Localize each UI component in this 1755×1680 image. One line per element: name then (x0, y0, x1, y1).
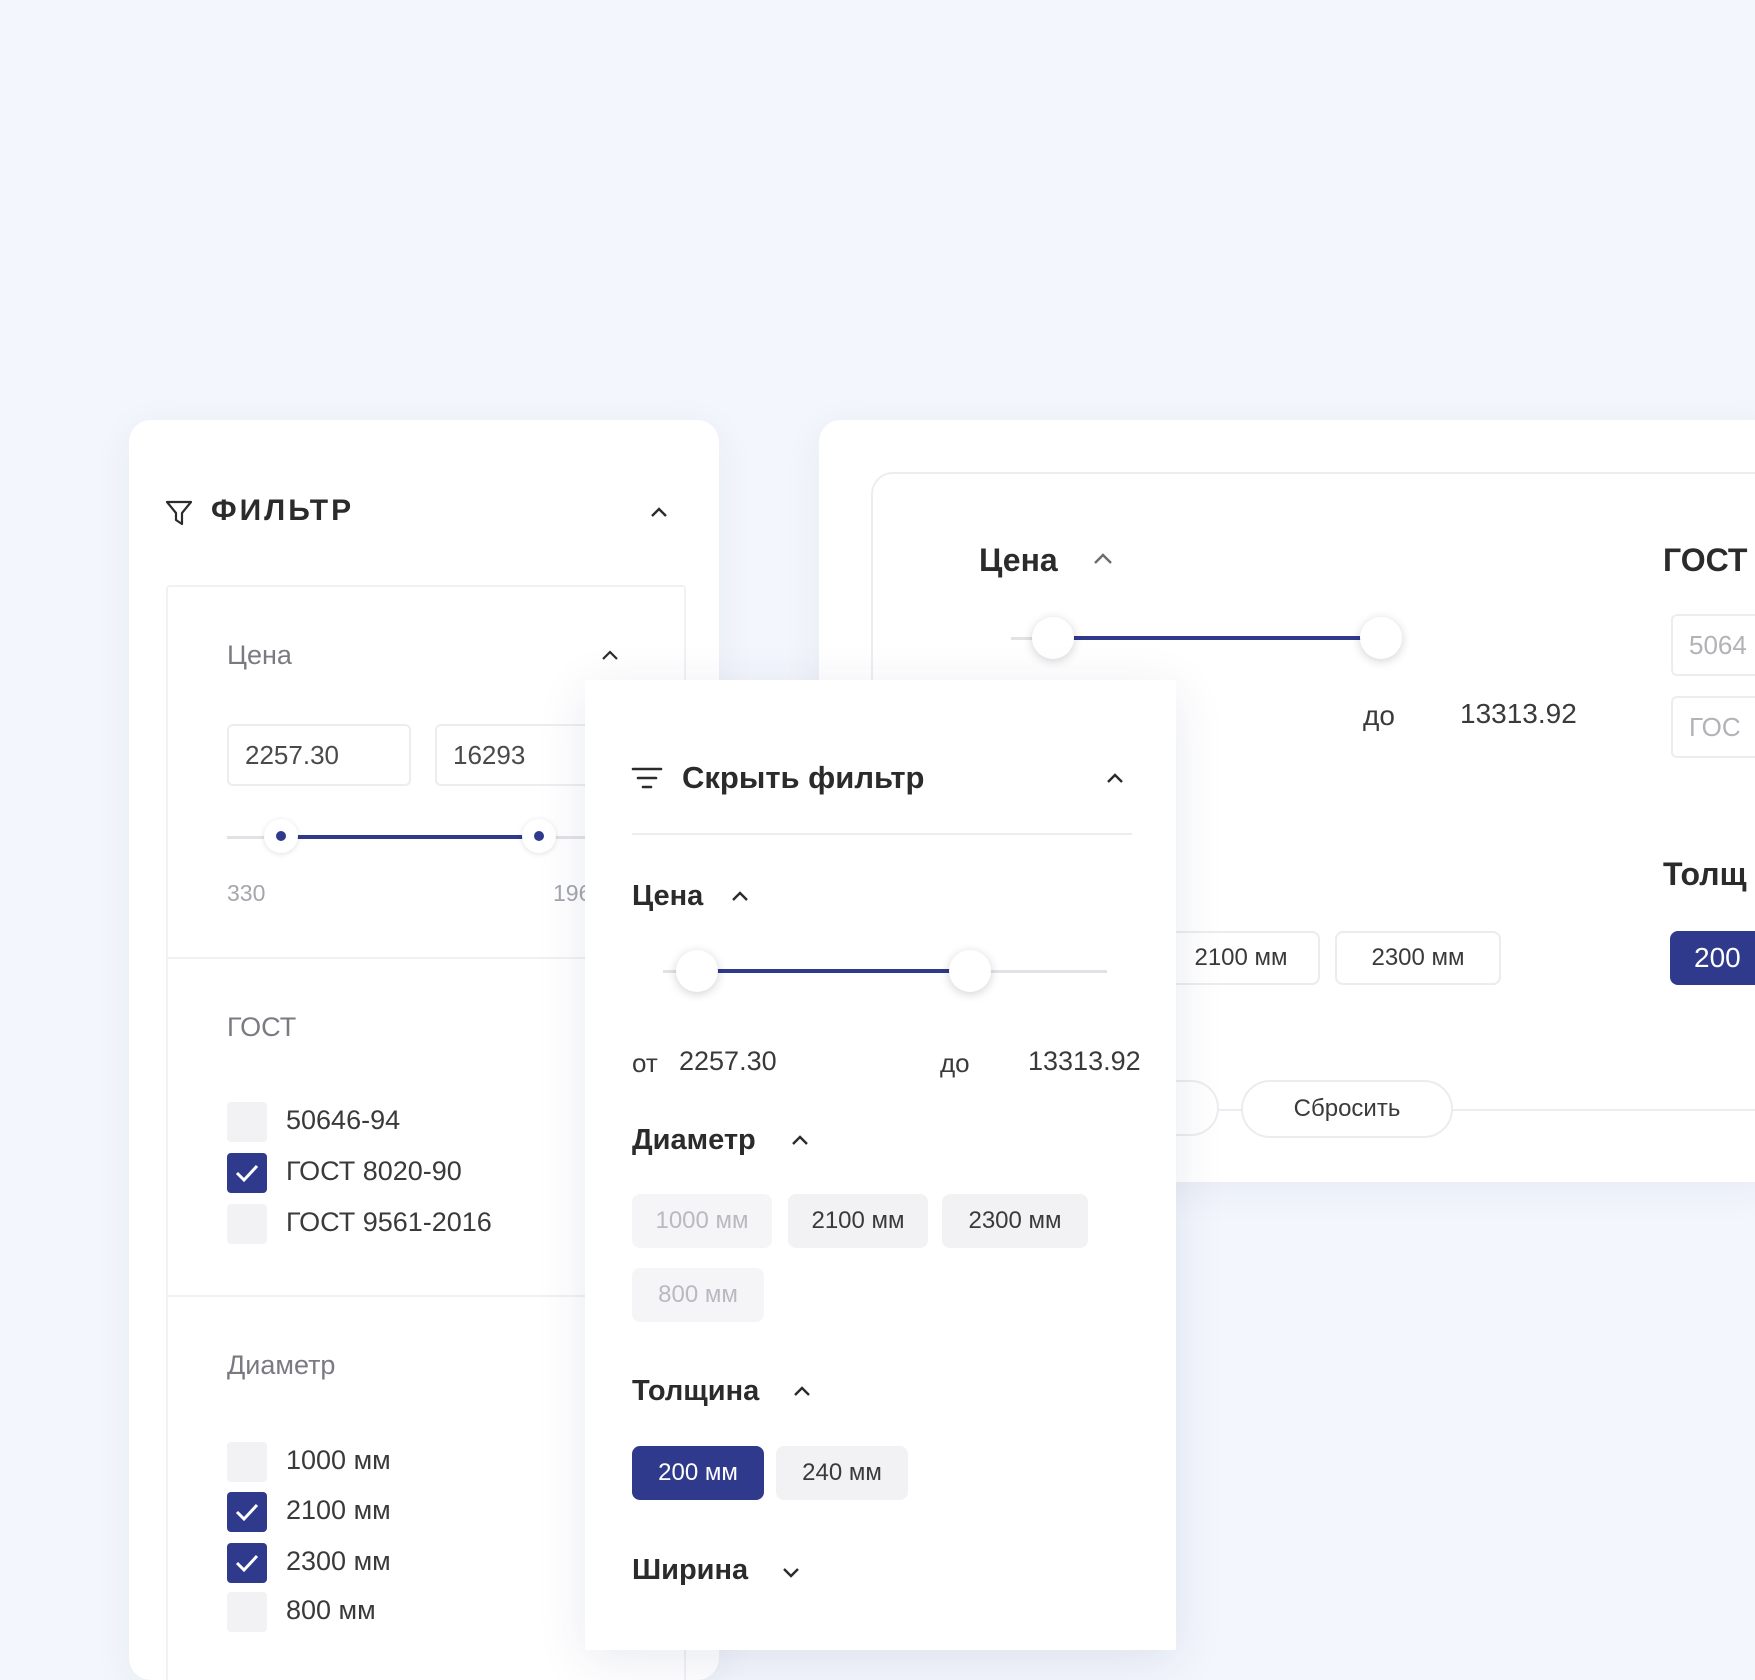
right-price-range-fill (1051, 636, 1381, 640)
popup-diameter-chip-800[interactable]: 800 мм (632, 1268, 764, 1322)
gost-checkbox-2[interactable] (227, 1153, 267, 1193)
left-price-from-input[interactable]: 2257.30 (227, 724, 411, 786)
left-price-min-handle[interactable] (264, 819, 298, 853)
popup-diameter-chip-2300[interactable]: 2300 мм (942, 1194, 1088, 1248)
right-gost-label: ГОСТ (1663, 542, 1748, 578)
popup-price-to-value: 13313.92 (1028, 1046, 1141, 1076)
right-price-label: Цена (979, 542, 1058, 578)
checkmark-icon (235, 1554, 259, 1573)
popup-title[interactable]: Скрыть фильтр (682, 760, 925, 796)
gost-option-label: ГОСТ 8020-90 (286, 1156, 462, 1186)
popup-price-from-value: 2257.30 (679, 1046, 777, 1076)
price-chevron-up-icon[interactable] (729, 888, 751, 904)
left-gost-label: ГОСТ (227, 1012, 297, 1042)
right-price-to-prefix: до (1363, 700, 1395, 731)
checkmark-icon (235, 1503, 259, 1522)
popup-price-range-fill (697, 969, 973, 973)
divider (632, 833, 1132, 835)
right-diameter-chip-2300[interactable]: 2300 мм (1335, 931, 1501, 985)
popup-diameter-label: Диаметр (632, 1124, 756, 1156)
right-gost-option-1[interactable]: 5064 (1671, 614, 1755, 676)
gost-checkbox-1[interactable] (227, 1102, 267, 1142)
right-gost-option-2[interactable]: ГОС (1671, 696, 1755, 758)
checkmark-icon (235, 1164, 259, 1183)
popup-diameter-chip-1000[interactable]: 1000 мм (632, 1194, 772, 1248)
left-price-range-fill (281, 835, 541, 839)
diameter-checkbox-4[interactable] (227, 1592, 267, 1632)
diameter-chevron-up-icon[interactable] (789, 1132, 811, 1148)
diameter-checkbox-3[interactable] (227, 1543, 267, 1583)
popup-thickness-chip-200[interactable]: 200 мм (632, 1446, 764, 1500)
popup-thickness-label: Толщина (632, 1375, 760, 1407)
popup-price-from-prefix: от (632, 1048, 658, 1078)
diameter-checkbox-1[interactable] (227, 1442, 267, 1482)
right-diameter-chip-2100[interactable]: 2100 мм (1162, 931, 1320, 985)
diameter-option-label: 2100 мм (286, 1495, 391, 1525)
popup-price-to-prefix: до (940, 1048, 970, 1078)
collapse-chevron-up-icon[interactable] (649, 504, 669, 520)
popup-thickness-chip-240[interactable]: 240 мм (776, 1446, 908, 1500)
diameter-checkbox-2[interactable] (227, 1492, 267, 1532)
price-chevron-up-icon[interactable] (1091, 550, 1115, 568)
popup-filter-panel: Скрыть фильтр Цена от 2257.30 до 13313.9… (585, 680, 1176, 1650)
popup-price-label: Цена (632, 880, 704, 912)
right-thickness-label: Толщ (1663, 856, 1747, 892)
filter-funnel-icon (165, 500, 193, 526)
popup-price-min-handle[interactable] (676, 950, 718, 992)
diameter-option-label: 2300 мм (286, 1546, 391, 1576)
diameter-option-label: 1000 мм (286, 1445, 391, 1475)
left-price-label: Цена (227, 640, 292, 670)
width-chevron-down-icon[interactable] (780, 1564, 802, 1580)
reset-button[interactable]: Сбросить (1241, 1080, 1453, 1138)
filter-lines-icon (631, 767, 663, 789)
gost-checkbox-3[interactable] (227, 1204, 267, 1244)
gost-option-label: 50646-94 (286, 1105, 401, 1135)
left-price-max-handle[interactable] (522, 819, 556, 853)
right-price-max-handle[interactable] (1360, 617, 1402, 659)
popup-price-max-handle[interactable] (949, 950, 991, 992)
gost-option-label: ГОСТ 9561-2016 (286, 1207, 492, 1237)
diameter-option-label: 800 мм (286, 1595, 376, 1625)
left-diameter-label: Диаметр (227, 1350, 336, 1380)
price-chevron-up-icon[interactable] (600, 647, 620, 663)
left-price-min-label: 330 (227, 880, 266, 906)
right-thickness-chip-200[interactable]: 200 (1670, 931, 1755, 985)
left-filter-title: ФИЛЬТР (211, 494, 355, 527)
right-price-to-value: 13313.92 (1460, 698, 1577, 729)
thickness-chevron-up-icon[interactable] (791, 1383, 813, 1399)
popup-diameter-chip-2100[interactable]: 2100 мм (788, 1194, 928, 1248)
popup-width-label: Ширина (632, 1554, 749, 1586)
right-price-min-handle[interactable] (1032, 617, 1074, 659)
collapse-chevron-up-icon[interactable] (1104, 770, 1126, 786)
